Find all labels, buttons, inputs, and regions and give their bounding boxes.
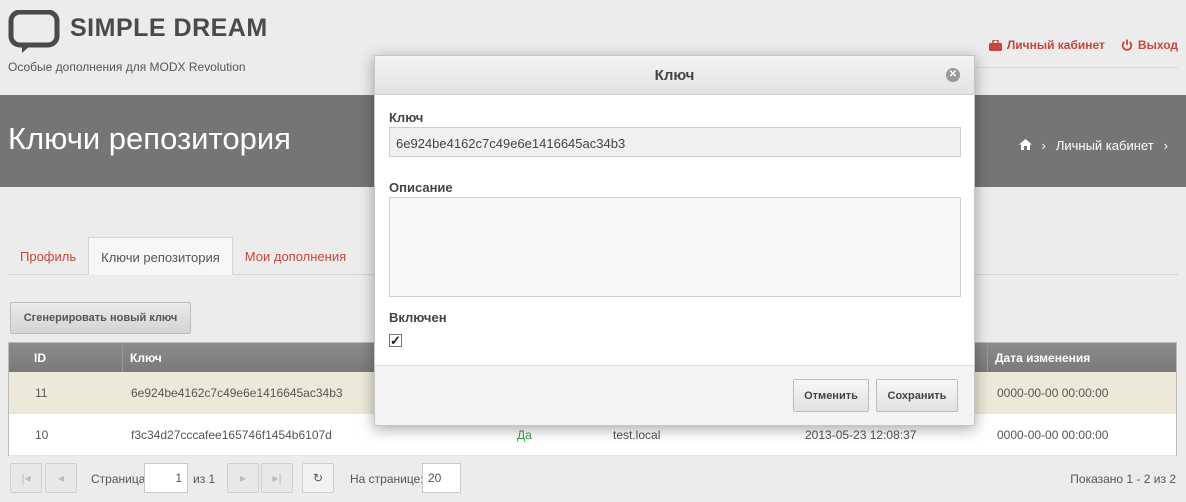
dialog-header[interactable]: Ключ ✕ [375, 56, 974, 95]
column-divider [987, 343, 988, 372]
next-page-button[interactable]: ▸ [227, 463, 259, 493]
prev-page-icon: ◂ [57, 471, 65, 485]
tab-profile[interactable]: Профиль [8, 237, 88, 275]
first-page-button[interactable]: |◂ [10, 463, 42, 493]
cell-id: 11 [35, 386, 48, 400]
speech-bubble-logo-icon [8, 10, 60, 54]
key-field[interactable]: 6e924be4162c7c49e6e1416645ac34b3 [389, 127, 961, 157]
cell-key: f3c34d27cccafee165746f1454b6107d [131, 428, 332, 442]
column-header-id[interactable]: ID [34, 351, 46, 365]
description-field-label: Описание [389, 180, 453, 195]
page-label: Страница [91, 472, 146, 486]
key-field-label: Ключ [389, 110, 424, 125]
cabinet-link-label: Личный кабинет [1006, 38, 1105, 52]
top-links: Личный кабинет Выход [988, 38, 1178, 52]
header-divider [975, 67, 1178, 68]
key-dialog: Ключ ✕ Ключ 6e924be4162c7c49e6e1416645ac… [374, 55, 975, 426]
column-header-key[interactable]: Ключ [130, 351, 162, 365]
enabled-checkbox[interactable]: ✓ [389, 334, 402, 347]
brand-logo[interactable]: SIMPLE DREAM [8, 10, 268, 54]
next-page-icon: ▸ [239, 471, 247, 485]
brand-tagline: Особые дополнения для MODX Revolution [8, 60, 246, 74]
last-page-button[interactable]: ▸| [261, 463, 293, 493]
page-title: Ключи репозитория [8, 121, 291, 156]
page-number-input[interactable]: 1 [144, 463, 188, 493]
brand-name: SIMPLE DREAM [70, 13, 268, 42]
cancel-button[interactable]: Отменить [793, 379, 869, 412]
power-icon [1121, 39, 1133, 51]
tab-repo-keys[interactable]: Ключи репозитория [88, 237, 233, 275]
last-page-icon: ▸| [272, 471, 282, 485]
cell-host: test.local [613, 428, 661, 442]
dialog-footer: Отменить Сохранить [375, 365, 974, 425]
enabled-field-label: Включен [389, 310, 447, 325]
home-icon[interactable] [1018, 138, 1032, 153]
logout-link-label: Выход [1137, 38, 1178, 52]
briefcase-icon [988, 39, 1002, 51]
first-page-icon: |◂ [21, 471, 31, 485]
page-count-label: из 1 [193, 472, 216, 486]
cabinet-link[interactable]: Личный кабинет [988, 38, 1105, 52]
pagination-bar: |◂ ◂ Страница 1 из 1 ▸ ▸| ↻ На странице:… [8, 462, 1178, 494]
breadcrumb: › Личный кабинет › [1018, 138, 1168, 153]
column-divider [122, 343, 123, 372]
dialog-title: Ключ [654, 67, 695, 84]
pagination-summary: Показано 1 - 2 из 2 [1070, 472, 1176, 486]
column-header-modified[interactable]: Дата изменения [995, 351, 1090, 365]
cell-modified: 0000-00-00 00:00:00 [997, 428, 1109, 442]
cell-modified: 0000-00-00 00:00:00 [997, 386, 1109, 400]
cell-active: Да [517, 428, 532, 442]
description-field[interactable] [389, 197, 961, 297]
refresh-button[interactable]: ↻ [302, 463, 334, 493]
chevron-right-icon: › [1163, 138, 1168, 153]
tab-my-addons[interactable]: Мои дополнения [233, 237, 358, 275]
checkmark-icon: ✓ [390, 333, 401, 348]
logout-link[interactable]: Выход [1121, 38, 1178, 52]
generate-key-button[interactable]: Сгенерировать новый ключ [10, 302, 191, 334]
refresh-icon: ↻ [312, 471, 324, 485]
breadcrumb-item-cabinet[interactable]: Личный кабинет [1056, 138, 1154, 153]
cell-id: 10 [35, 428, 49, 442]
cell-key: 6e924be4162c7c49e6e1416645ac34b3 [131, 386, 343, 400]
close-icon[interactable]: ✕ [946, 68, 960, 82]
cell-created: 2013-05-23 12:08:37 [805, 428, 917, 442]
prev-page-button[interactable]: ◂ [45, 463, 77, 493]
chevron-right-icon: › [1041, 138, 1046, 153]
save-button[interactable]: Сохранить [876, 379, 958, 412]
per-page-input[interactable]: 20 [422, 463, 461, 493]
per-page-label: На странице: [350, 472, 424, 486]
